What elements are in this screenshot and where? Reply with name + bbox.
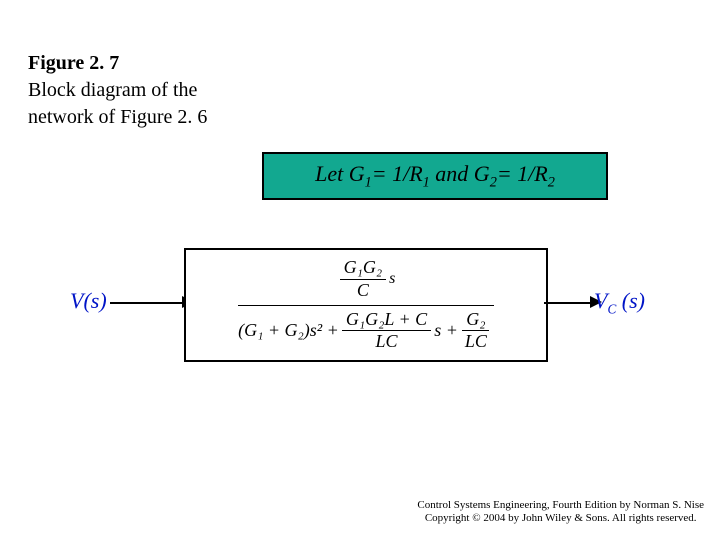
input-arrow-line (110, 302, 186, 304)
copyright-credit: Control Systems Engineering, Fourth Edit… (417, 499, 704, 527)
caption-line-1: Block diagram of the (28, 79, 197, 101)
block-diagram: V(s) G₁G₂ C s (G₁ + G₂)s² + G₁G₂L + C LC… (70, 236, 650, 366)
substitution-box: Let G1= 1/R1 and G2= 1/R2 (262, 152, 608, 200)
figure-caption: Figure 2. 7 Block diagram of the network… (28, 50, 207, 131)
output-arrow-line (544, 302, 592, 304)
output-signal-label: VC (s) (594, 288, 645, 317)
credit-line-1: Control Systems Engineering, Fourth Edit… (417, 499, 704, 513)
tf-denominator: (G₁ + G₂)s² + G₁G₂L + C LC s + G₂ LC (238, 306, 494, 353)
tf-numerator: G₁G₂ C s (337, 258, 396, 305)
transfer-function-fraction: G₁G₂ C s (G₁ + G₂)s² + G₁G₂L + C LC s + … (238, 258, 494, 352)
credit-line-2: Copyright © 2004 by John Wiley & Sons. A… (417, 512, 704, 526)
tf-den-frac-1: G₁G₂L + C LC (342, 310, 431, 353)
tf-den-frac-2: G₂ LC (461, 310, 491, 353)
let-text: Let G1= 1/R1 and G2= 1/R2 (315, 161, 555, 191)
transfer-function-block: G₁G₂ C s (G₁ + G₂)s² + G₁G₂L + C LC s + … (184, 248, 548, 362)
input-signal-label: V(s) (70, 288, 107, 314)
figure-number: Figure 2. 7 (28, 52, 119, 74)
tf-num-frac: G₁G₂ C (340, 258, 387, 301)
caption-line-2: network of Figure 2. 6 (28, 106, 207, 128)
